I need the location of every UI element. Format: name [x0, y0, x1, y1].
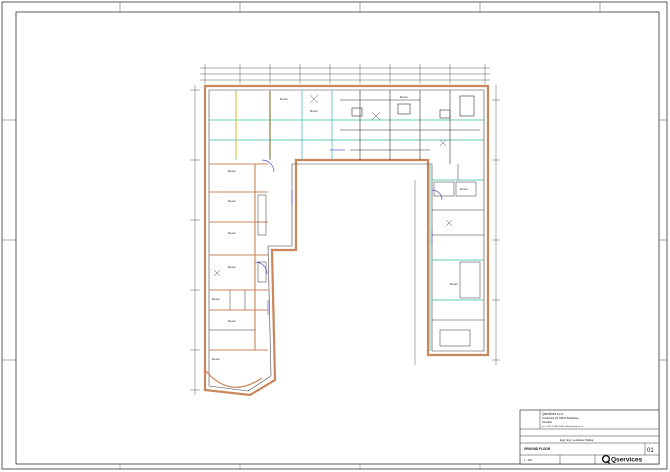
company-contact: tel.: +421 2 5443 0000, info@qservices.s…	[542, 425, 584, 428]
detail-marks	[213, 94, 453, 277]
logo-wordmark: Qservices	[611, 457, 642, 464]
company-country: Slovakia	[542, 420, 552, 424]
room-label: Room	[228, 319, 237, 323]
room-label: Room	[460, 187, 469, 191]
room-label: Room	[280, 97, 289, 101]
room-label: Room	[228, 231, 237, 235]
drawing-title: GROUND FLOOR	[524, 447, 551, 451]
door-lines	[254, 149, 443, 315]
dimension-lines-top	[200, 64, 490, 84]
project-name: Egii ring. Leistikov Palbaj	[560, 438, 594, 442]
company-name: Qservices s.r.o.	[542, 412, 564, 416]
room-label: Room	[400, 95, 409, 99]
room-label: Room	[212, 297, 221, 301]
floor-plan: Room Room Room Room Room Room Room Room …	[190, 64, 500, 397]
border-ticks	[2, 2, 667, 469]
room-label: Room	[450, 282, 459, 286]
room-label: Room	[310, 109, 319, 113]
outer-wall	[203, 84, 490, 397]
structural-grid	[209, 90, 484, 351]
dimension-lines-left	[190, 85, 200, 395]
sheet-number: 01	[647, 448, 654, 454]
qservices-logo: Qservices	[601, 454, 642, 465]
partitions-left-wing	[209, 163, 268, 351]
partitions-top-wing	[269, 90, 480, 164]
room-label: Room	[228, 199, 237, 203]
title-block: Qservices s.r.o. Ursulínska 25, 81101 Br…	[519, 409, 660, 465]
partitions-right-wing	[432, 164, 484, 347]
curved-wall	[204, 369, 263, 388]
sheet-outer-border	[1, 1, 668, 470]
room-label: Room	[212, 357, 221, 361]
scale-label: 1 : 100	[524, 458, 532, 462]
company-address: Ursulínska 25, 81101 Bratislava	[542, 416, 579, 420]
room-label: Room	[228, 265, 237, 269]
room-label: Room	[228, 169, 237, 173]
drawing-sheet: Room Room Room Room Room Room Room Room …	[1, 1, 668, 470]
accent-columns	[235, 92, 271, 158]
